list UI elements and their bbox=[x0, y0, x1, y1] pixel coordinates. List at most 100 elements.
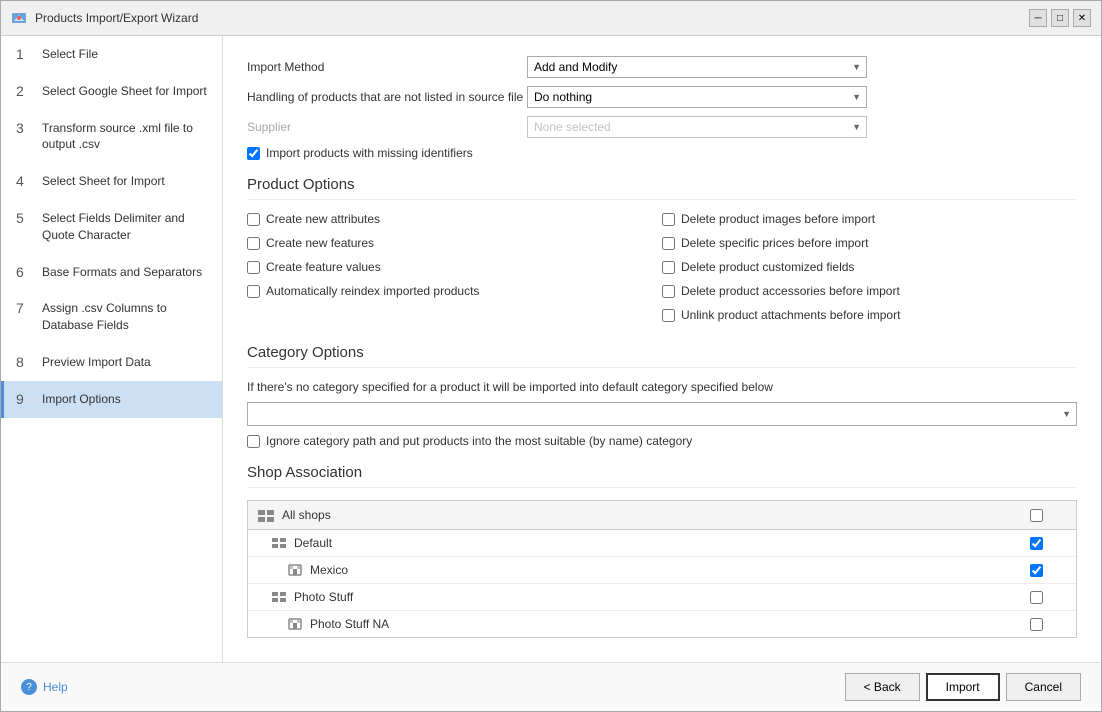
product-options-grid: Create new attributesCreate new features… bbox=[247, 212, 1077, 328]
window-title: Products Import/Export Wizard bbox=[35, 11, 198, 25]
prod-opt-right-lbl-3: Delete product accessories before import bbox=[681, 284, 900, 298]
prod-opt-right-lbl-2: Delete product customized fields bbox=[681, 260, 854, 274]
sidebar-label-1: Select File bbox=[42, 46, 98, 63]
supplier-row: Supplier None selected bbox=[247, 116, 1077, 138]
close-button[interactable]: ✕ bbox=[1073, 9, 1091, 27]
shop-rows: Default Mexico Photo Stuff Photo Stuff NA bbox=[248, 530, 1076, 637]
prod-opt-right-2: Delete product customized fields bbox=[662, 260, 1077, 274]
sidebar-item-5[interactable]: 5 Select Fields Delimiter and Quote Chara… bbox=[1, 200, 222, 254]
sidebar-item-9[interactable]: 9 Import Options bbox=[1, 381, 222, 418]
help-icon[interactable]: ? bbox=[21, 679, 37, 695]
prod-opt-right-cb-0[interactable] bbox=[662, 213, 675, 226]
category-select[interactable] bbox=[247, 402, 1077, 426]
missing-id-checkbox[interactable] bbox=[247, 147, 260, 160]
prod-opt-right-cb-1[interactable] bbox=[662, 237, 675, 250]
cancel-button[interactable]: Cancel bbox=[1006, 673, 1081, 701]
import-method-select-wrapper: Add and Modify bbox=[527, 56, 867, 78]
sidebar-num-3: 3 bbox=[16, 120, 32, 136]
shop-cb-3[interactable] bbox=[1030, 618, 1043, 631]
prod-opt-right-cb-2[interactable] bbox=[662, 261, 675, 274]
sidebar-item-1[interactable]: 1 Select File bbox=[1, 36, 222, 73]
sidebar-num-7: 7 bbox=[16, 300, 32, 316]
prod-opt-right-lbl-1: Delete specific prices before import bbox=[681, 236, 868, 250]
all-shops-checkbox[interactable] bbox=[1030, 509, 1043, 522]
handling-select-wrapper: Do nothing bbox=[527, 86, 867, 108]
prod-opt-left-lbl-2: Create feature values bbox=[266, 260, 381, 274]
sidebar-item-3[interactable]: 3 Transform source .xml file to output .c… bbox=[1, 110, 222, 164]
prod-opt-right-cb-4[interactable] bbox=[662, 309, 675, 322]
sidebar-item-7[interactable]: 7 Assign .csv Columns to Database Fields bbox=[1, 290, 222, 344]
supplier-select[interactable]: None selected bbox=[527, 116, 867, 138]
main-content: 1 Select File 2 Select Google Sheet for Imp… bbox=[1, 36, 1101, 662]
prod-opt-left-cb-1[interactable] bbox=[247, 237, 260, 250]
missing-id-row: Import products with missing identifiers bbox=[247, 146, 1077, 160]
all-shops-label: All shops bbox=[282, 508, 1006, 522]
prod-opt-left-cb-3[interactable] bbox=[247, 285, 260, 298]
prod-opt-left-lbl-3: Automatically reindex imported products bbox=[266, 284, 479, 298]
prod-opt-right-1: Delete specific prices before import bbox=[662, 236, 1077, 250]
prod-opt-right-0: Delete product images before import bbox=[662, 212, 1077, 226]
minimize-button[interactable]: ─ bbox=[1029, 9, 1047, 27]
shop-cb-1[interactable] bbox=[1030, 564, 1043, 577]
sidebar: 1 Select File 2 Select Google Sheet for Imp… bbox=[1, 36, 223, 662]
sidebar-item-8[interactable]: 8Preview Import Data bbox=[1, 344, 222, 381]
product-options-left: Create new attributesCreate new features… bbox=[247, 212, 662, 328]
help-text[interactable]: Help bbox=[43, 680, 68, 694]
prod-opt-left-cb-2[interactable] bbox=[247, 261, 260, 274]
app-icon bbox=[11, 10, 27, 26]
shop-assoc-title: Shop Association bbox=[247, 464, 1077, 488]
prod-opt-left-3: Automatically reindex imported products bbox=[247, 284, 662, 298]
product-options-title: Product Options bbox=[247, 176, 1077, 200]
prod-opt-left-cb-0[interactable] bbox=[247, 213, 260, 226]
all-shops-checkbox-col bbox=[1006, 509, 1066, 522]
sidebar-label-5: Select Fields Delimiter and Quote Charac… bbox=[42, 210, 210, 244]
shop-cb-col-0 bbox=[1006, 537, 1066, 550]
product-options-right: Delete product images before import Delet… bbox=[662, 212, 1077, 328]
title-bar: Products Import/Export Wizard ─ □ ✕ bbox=[1, 1, 1101, 36]
supplier-select-wrapper: None selected bbox=[527, 116, 867, 138]
prod-opt-right-lbl-0: Delete product images before import bbox=[681, 212, 875, 226]
sidebar-num-5: 5 bbox=[16, 210, 32, 226]
shop-cb-2[interactable] bbox=[1030, 591, 1043, 604]
sidebar-label-7: Assign .csv Columns to Database Fields bbox=[42, 300, 210, 334]
import-method-select[interactable]: Add and Modify bbox=[527, 56, 867, 78]
ignore-path-label: Ignore category path and put products in… bbox=[266, 434, 692, 448]
prod-opt-right-cb-3[interactable] bbox=[662, 285, 675, 298]
shop-label-2: Photo Stuff bbox=[294, 590, 1006, 604]
shop-icon-0 bbox=[272, 537, 286, 549]
back-button[interactable]: < Back bbox=[845, 673, 920, 701]
sidebar-item-2[interactable]: 2 Select Google Sheet for Import bbox=[1, 73, 222, 110]
shop-cb-0[interactable] bbox=[1030, 537, 1043, 550]
sidebar-num-2: 2 bbox=[16, 83, 32, 99]
prod-opt-right-4: Unlink product attachments before import bbox=[662, 308, 1077, 322]
shop-row-1: Mexico bbox=[248, 557, 1076, 584]
sidebar-num-9: 9 bbox=[16, 391, 32, 407]
title-bar-left: Products Import/Export Wizard bbox=[11, 10, 198, 26]
category-desc: If there's no category specified for a p… bbox=[247, 380, 1077, 394]
all-shops-row: All shops bbox=[248, 501, 1076, 530]
sidebar-label-3: Transform source .xml file to output .cs… bbox=[42, 120, 210, 154]
sidebar-label-4: Select Sheet for Import bbox=[42, 173, 165, 190]
prod-opt-left-0: Create new attributes bbox=[247, 212, 662, 226]
sidebar-item-4[interactable]: 4Select Sheet for Import bbox=[1, 163, 222, 200]
maximize-button[interactable]: □ bbox=[1051, 9, 1069, 27]
prod-opt-left-2: Create feature values bbox=[247, 260, 662, 274]
sidebar-item-6[interactable]: 6Base Formats and Separators bbox=[1, 254, 222, 291]
sidebar-label-6: Base Formats and Separators bbox=[42, 264, 202, 281]
shop-row-3: Photo Stuff NA bbox=[248, 611, 1076, 637]
supplier-label: Supplier bbox=[247, 120, 527, 134]
shop-cb-col-3 bbox=[1006, 618, 1066, 631]
sidebar-label-2: Select Google Sheet for Import bbox=[42, 83, 207, 100]
sidebar-num-1: 1 bbox=[16, 46, 32, 62]
footer-left: ? Help bbox=[21, 679, 68, 695]
prod-opt-right-lbl-4: Unlink product attachments before import bbox=[681, 308, 900, 322]
shop-label-0: Default bbox=[294, 536, 1006, 550]
category-options-title: Category Options bbox=[247, 344, 1077, 368]
ignore-path-row: Ignore category path and put products in… bbox=[247, 434, 1077, 448]
main-window: Products Import/Export Wizard ─ □ ✕ 1 Sel… bbox=[0, 0, 1102, 712]
ignore-path-checkbox[interactable] bbox=[247, 435, 260, 448]
sidebar-label-9: Import Options bbox=[42, 391, 121, 408]
missing-id-label: Import products with missing identifiers bbox=[266, 146, 473, 160]
import-button[interactable]: Import bbox=[926, 673, 1000, 701]
handling-select[interactable]: Do nothing bbox=[527, 86, 867, 108]
